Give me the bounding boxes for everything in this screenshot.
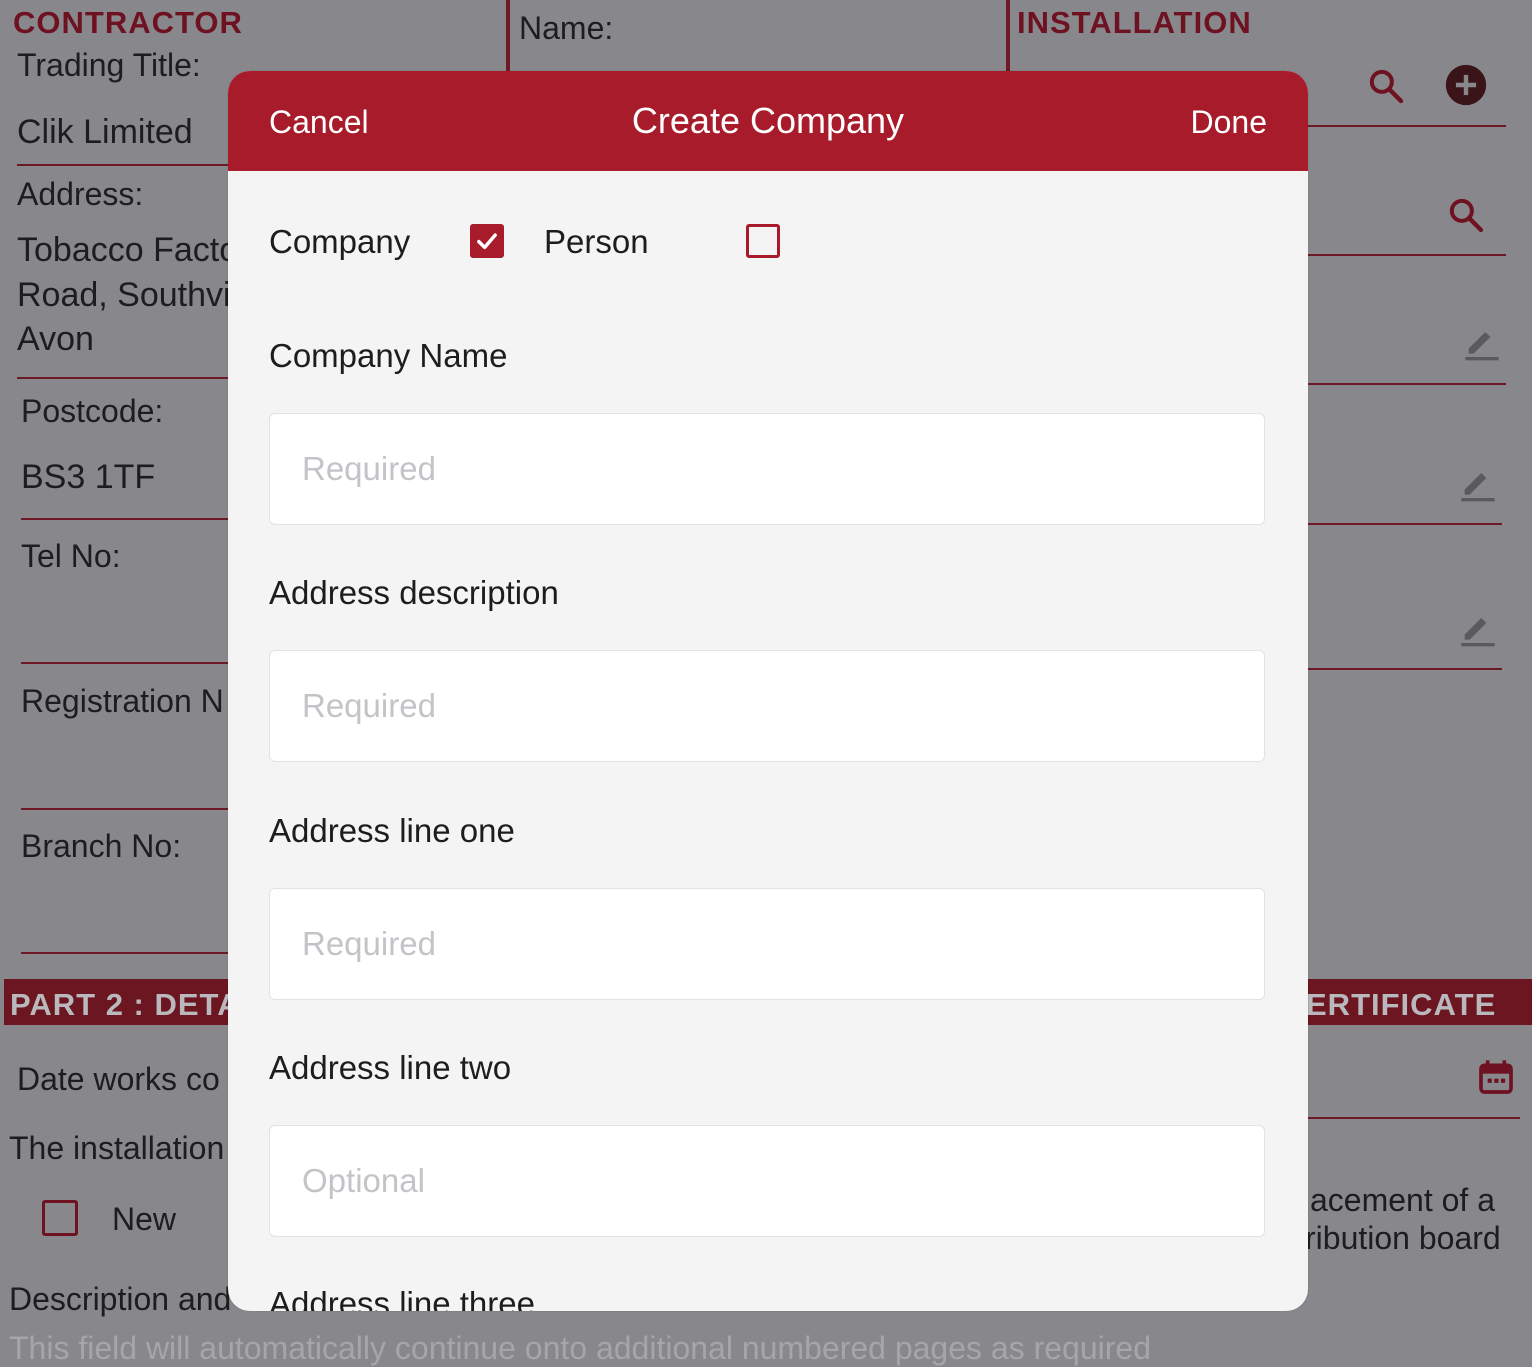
trading-title-label: Trading Title: <box>17 47 201 83</box>
address-line-one-input[interactable] <box>270 889 1264 999</box>
address-line-one-label: Address line one <box>269 812 515 849</box>
company-checkbox[interactable] <box>470 224 504 258</box>
name-label: Name: <box>519 10 614 46</box>
address-line-two-input[interactable] <box>270 1126 1264 1236</box>
company-name-field[interactable] <box>269 413 1265 525</box>
address-description-field[interactable] <box>269 650 1265 762</box>
search-icon-2[interactable] <box>1446 195 1486 240</box>
postcode-value[interactable]: BS3 1TF <box>21 458 155 497</box>
calendar-icon[interactable] <box>1476 1057 1516 1102</box>
new-checkbox[interactable] <box>42 1200 78 1236</box>
modal-title: Create Company <box>631 100 905 141</box>
address-line-two-label: Address line two <box>269 1049 512 1086</box>
installation-section-title: INSTALLATION <box>1017 5 1252 40</box>
edit-icon-3[interactable] <box>1458 608 1498 653</box>
part2-banner-right: ERTIFICATE <box>1306 987 1497 1022</box>
address-line-3: Avon <box>17 320 94 358</box>
address-description-label: Address description <box>269 574 559 611</box>
address-line-2: Road, Southvi <box>17 276 231 314</box>
address-label: Address: <box>17 176 144 212</box>
create-company-modal: Cancel Create Company Done Company Perso… <box>228 71 1308 1311</box>
edit-icon-2[interactable] <box>1458 463 1498 508</box>
address-description-input[interactable] <box>270 651 1264 761</box>
person-type-label: Person <box>544 223 649 260</box>
company-type-label: Company <box>269 223 411 260</box>
company-name-label: Company Name <box>269 337 508 374</box>
registration-label: Registration N <box>21 683 224 719</box>
tel-label: Tel No: <box>21 538 121 574</box>
add-circle-icon[interactable] <box>1444 63 1488 112</box>
contractor-section-title: CONTRACTOR <box>13 5 243 40</box>
checkmark-icon <box>477 233 497 250</box>
address-line-two-field[interactable] <box>269 1125 1265 1237</box>
replacement-text-1: acement of a <box>1310 1182 1495 1218</box>
address-line-three-label: Address line three <box>269 1285 535 1311</box>
description-label: Description and <box>9 1281 232 1317</box>
bottom-hint: This field will automatically continue o… <box>9 1330 1151 1366</box>
address-line-one-field[interactable] <box>269 888 1265 1000</box>
company-name-input[interactable] <box>270 414 1264 524</box>
date-works-label: Date works co <box>17 1061 220 1097</box>
address-line-1: Tobacco Facto <box>17 231 239 269</box>
modal-header: Cancel Create Company Done <box>228 71 1308 171</box>
person-checkbox[interactable] <box>746 224 780 258</box>
new-label: New <box>112 1201 177 1237</box>
part2-banner-left: PART 2 : DETA <box>10 987 241 1022</box>
installation-text: The installation <box>9 1130 225 1166</box>
replacement-text-2: ribution board <box>1305 1220 1501 1256</box>
postcode-label: Postcode: <box>21 393 164 429</box>
edit-icon[interactable] <box>1462 322 1502 367</box>
search-icon[interactable] <box>1366 66 1406 111</box>
done-button[interactable]: Done <box>1191 104 1268 141</box>
branch-label: Branch No: <box>21 828 182 864</box>
trading-title-value[interactable]: Clik Limited <box>17 113 193 152</box>
